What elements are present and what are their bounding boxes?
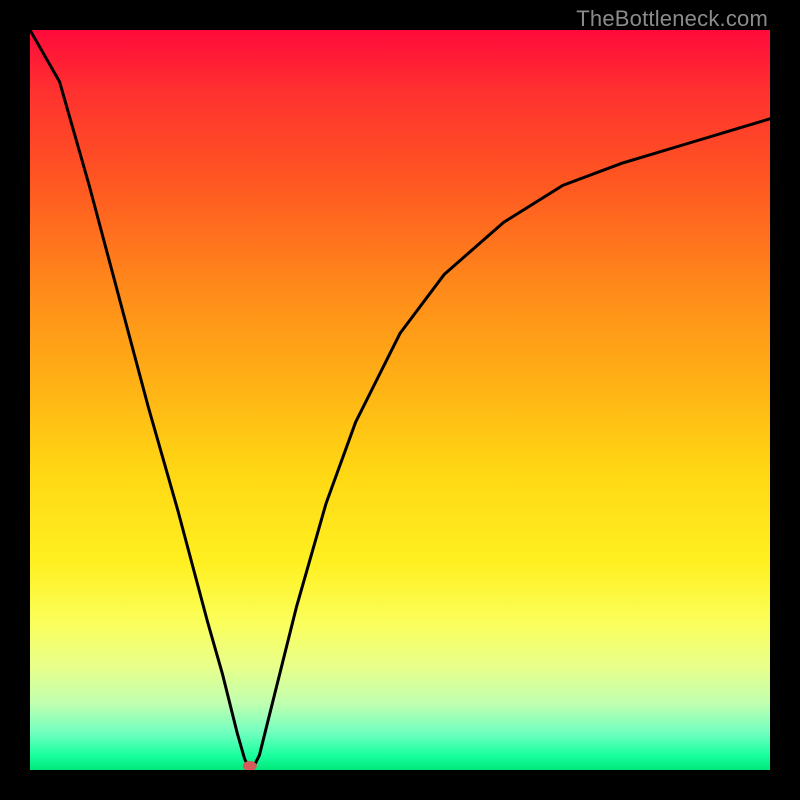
chart-frame: TheBottleneck.com: [0, 0, 800, 800]
bottleneck-curve: [30, 30, 770, 770]
plot-area: [30, 30, 770, 770]
watermark-text: TheBottleneck.com: [576, 6, 768, 32]
chart-svg: [30, 30, 770, 770]
